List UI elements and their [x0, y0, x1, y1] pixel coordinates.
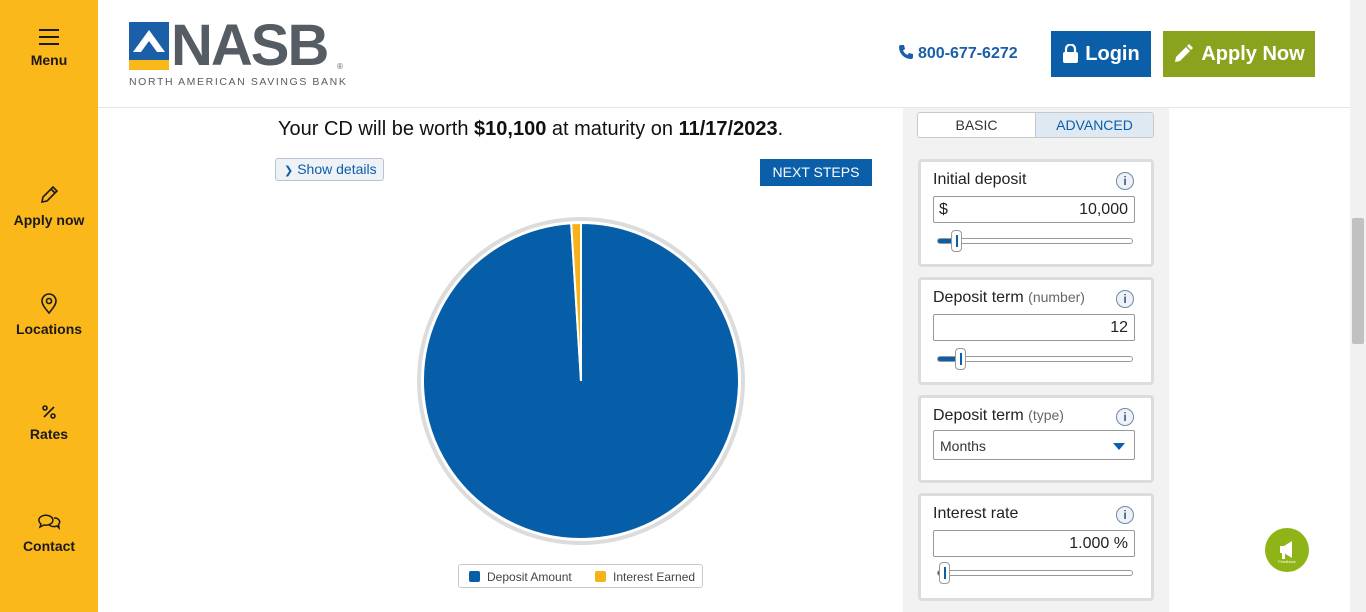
summary-prefix: Your CD will be worth	[278, 118, 475, 140]
slider-track	[937, 356, 1133, 362]
phone-icon	[899, 45, 913, 59]
chevron-down-icon	[1113, 443, 1125, 450]
deposit-term-type-card: Deposit term (type) i Months	[918, 395, 1154, 483]
initial-deposit-input[interactable]: $ 10,000	[933, 196, 1135, 223]
deposit-term-number-value: 12	[1110, 319, 1128, 336]
deposit-term-sublabel: (number)	[1028, 289, 1085, 305]
contact-label: Contact	[22, 538, 76, 554]
deposit-term-number-card: Deposit term (number) i 12	[918, 277, 1154, 385]
maturity-date: 11/17/2023	[678, 118, 778, 140]
scrollbar-thumb[interactable]	[1352, 218, 1364, 344]
apply-now-button[interactable]: Apply Now	[1163, 31, 1315, 77]
initial-deposit-slider[interactable]	[937, 230, 1135, 252]
page: Menu Apply now Locations Rates Contact N…	[0, 0, 1366, 612]
cd-value-pie-chart	[417, 217, 745, 545]
deposit-term-number-input[interactable]: 12	[933, 314, 1135, 341]
legend-swatch-interest	[595, 571, 606, 582]
info-icon[interactable]: i	[1116, 172, 1134, 190]
deposit-term-type-select[interactable]: Months	[933, 430, 1135, 460]
info-icon[interactable]: i	[1116, 408, 1134, 426]
show-details-label: Show details	[297, 161, 377, 177]
tab-basic[interactable]: BASIC	[918, 113, 1035, 137]
megaphone-icon	[1280, 541, 1292, 559]
menu-label: Menu	[30, 52, 68, 68]
legend-label-interest: Interest Earned	[613, 570, 696, 584]
initial-deposit-card: Initial deposit i $ 10,000	[918, 159, 1154, 267]
deposit-term-slider[interactable]	[937, 348, 1135, 370]
logo-mark-icon	[129, 22, 169, 70]
phone-link[interactable]: 800-677-6272	[898, 44, 1018, 63]
lock-icon	[1063, 44, 1079, 63]
login-label: Login	[1085, 42, 1140, 65]
slider-track	[937, 570, 1133, 576]
logo-tagline: NORTH AMERICAN SAVINGS BANK	[129, 76, 348, 88]
locations-label: Locations	[15, 321, 83, 337]
maturity-summary: Your CD will be worth $10,100 at maturit…	[278, 118, 783, 141]
feedback-button[interactable]: Feedback	[1265, 528, 1309, 572]
slider-thumb[interactable]	[955, 348, 966, 370]
left-rail: Menu Apply now Locations Rates Contact	[0, 0, 98, 612]
interest-rate-label: Interest rate	[933, 505, 1019, 522]
slider-thumb[interactable]	[951, 230, 962, 252]
deposit-term-number-label: Deposit term (number)	[933, 289, 1085, 307]
menu-button[interactable]: Menu	[0, 28, 98, 70]
deposit-term-type-label-text: Deposit term	[933, 407, 1024, 424]
apply-now-label: Apply Now	[1201, 42, 1305, 65]
summary-middle: at maturity on	[546, 118, 679, 140]
deposit-term-type-label: Deposit term (type)	[933, 407, 1064, 425]
feedback-label: Feedback	[1278, 559, 1296, 564]
interest-rate-slider[interactable]	[937, 562, 1135, 584]
maturity-amount: $10,100	[474, 118, 547, 140]
info-icon[interactable]: i	[1116, 290, 1134, 308]
slider-thumb[interactable]	[939, 562, 950, 584]
rates-label: Rates	[29, 426, 69, 442]
tab-advanced[interactable]: ADVANCED	[1035, 113, 1153, 137]
apply-now-nav[interactable]: Apply now	[0, 184, 98, 230]
contact-nav[interactable]: Contact	[0, 512, 98, 556]
deposit-term-type-value: Months	[940, 438, 986, 454]
slider-track	[937, 238, 1133, 244]
pencil-icon	[1175, 44, 1194, 62]
registered-mark: ®	[337, 62, 343, 71]
chevron-right-icon: ❯	[284, 165, 294, 177]
locations-nav[interactable]: Locations	[0, 293, 98, 339]
legend-swatch-deposit	[469, 571, 480, 582]
phone-number: 800-677-6272	[918, 45, 1018, 62]
percent-icon	[42, 405, 56, 419]
interest-rate-value: 1.000 %	[1069, 535, 1128, 552]
interest-rate-card: Interest rate i 1.000 %	[918, 493, 1154, 601]
deposit-term-type-sublabel: (type)	[1028, 407, 1064, 423]
site-header: NASB ® NORTH AMERICAN SAVINGS BANK 800-6…	[98, 0, 1350, 108]
info-icon[interactable]: i	[1116, 506, 1134, 524]
apply-now-label: Apply now	[13, 212, 85, 228]
interest-rate-input[interactable]: 1.000 %	[933, 530, 1135, 557]
login-button[interactable]: Login	[1051, 31, 1151, 77]
initial-deposit-label: Initial deposit	[933, 171, 1027, 188]
show-details-button[interactable]: ❯ Show details	[275, 158, 384, 181]
initial-deposit-value: 10,000	[1079, 201, 1128, 218]
chart-legend: Deposit Amount Interest Earned	[458, 564, 703, 588]
next-steps-button[interactable]: NEXT STEPS	[760, 159, 872, 186]
summary-suffix: .	[777, 118, 784, 140]
currency-prefix: $	[939, 201, 948, 218]
chat-bubbles-icon	[38, 514, 61, 531]
hamburger-icon	[39, 29, 59, 45]
nasb-logo[interactable]: NASB ® NORTH AMERICAN SAVINGS BANK	[129, 14, 348, 90]
mode-tabs: BASIC ADVANCED	[917, 112, 1154, 138]
map-pin-icon	[41, 293, 57, 315]
deposit-term-label-text: Deposit term	[933, 289, 1024, 306]
legend-label-deposit: Deposit Amount	[487, 570, 572, 584]
rates-nav[interactable]: Rates	[0, 404, 98, 444]
logo-wordmark: NASB	[171, 13, 329, 78]
pencil-icon	[40, 185, 59, 204]
